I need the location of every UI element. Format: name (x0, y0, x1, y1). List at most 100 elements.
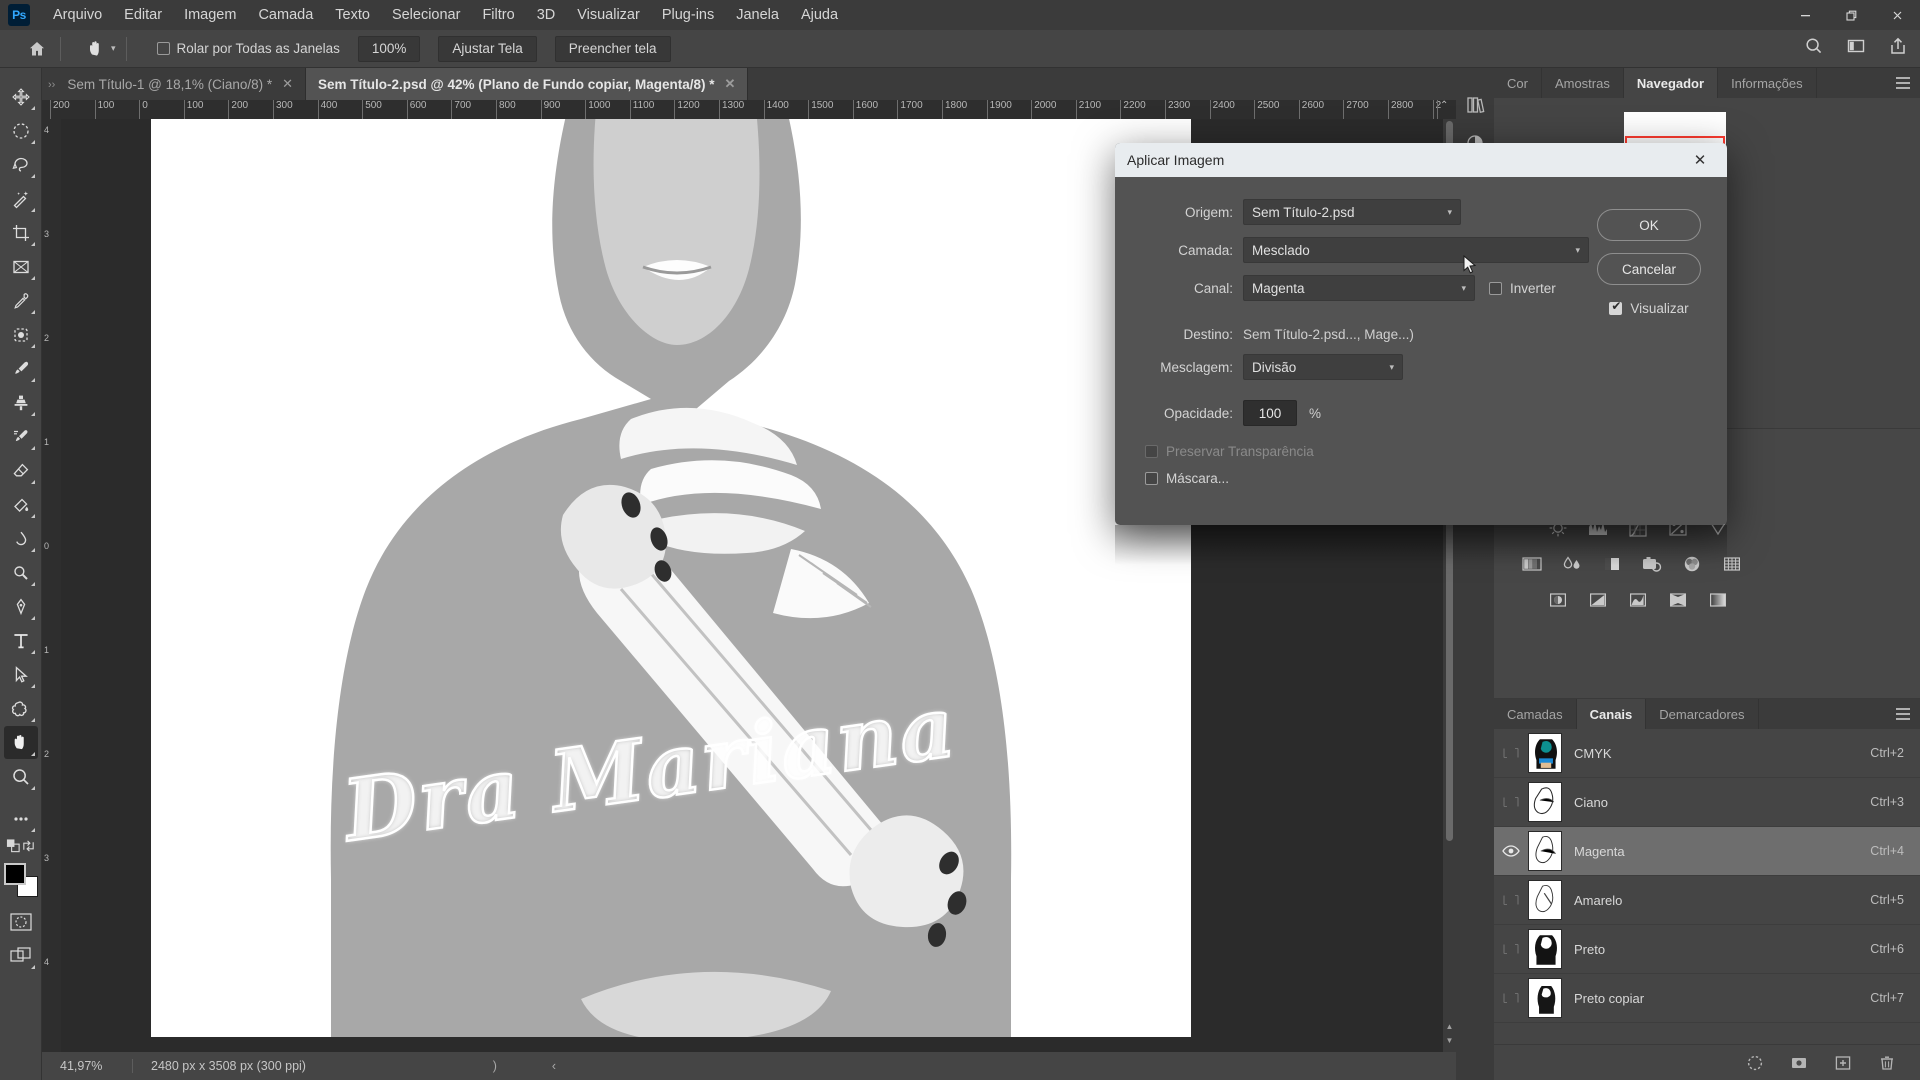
menu-item-imagem[interactable]: Imagem (173, 0, 247, 30)
home-icon[interactable] (20, 34, 54, 64)
ruler-collapse-icon[interactable]: ⌃ (1437, 100, 1448, 119)
channel-row[interactable]: Magenta Ctrl+4 (1494, 827, 1920, 876)
channel-row[interactable]: Preto Ctrl+6 (1494, 925, 1920, 974)
close-icon[interactable]: ✕ (725, 76, 736, 92)
eyedropper-tool[interactable] (4, 284, 38, 317)
panel-menu-icon[interactable] (1896, 708, 1910, 720)
pen-tool[interactable] (4, 590, 38, 623)
mascara-checkbox[interactable]: Máscara... (1145, 471, 1229, 486)
zoom-100-button[interactable]: 100% (357, 35, 421, 62)
channel-row[interactable]: Amarelo Ctrl+5 (1494, 876, 1920, 925)
invert-icon[interactable] (1546, 589, 1570, 611)
share-icon[interactable] (1888, 36, 1908, 61)
magic-wand-tool[interactable] (4, 182, 38, 215)
maximize-restore-button[interactable] (1828, 0, 1874, 30)
spot-healing-brush-tool[interactable] (4, 318, 38, 351)
mesclagem-select[interactable]: Divisão ▾ (1243, 354, 1403, 380)
menu-item-camada[interactable]: Camada (247, 0, 324, 30)
color-swatches[interactable] (3, 863, 38, 897)
dialog-title-bar[interactable]: Aplicar Imagem ✕ (1115, 143, 1727, 177)
channel-row[interactable]: CMYK Ctrl+2 (1494, 729, 1920, 778)
status-nav-arrows[interactable]: ) ‹ (306, 1059, 572, 1073)
path-selection-tool[interactable] (4, 658, 38, 691)
fit-screen-button[interactable]: Ajustar Tela (438, 35, 537, 62)
minimize-button[interactable] (1782, 0, 1828, 30)
workspace-icon[interactable] (1846, 36, 1866, 61)
channels-list[interactable]: CMYK Ctrl+2 Ciano Ctrl+3 Magenta Ctrl+4 Amarel… (1494, 729, 1920, 1044)
active-tool-preset[interactable]: ▾ (81, 36, 120, 62)
delete-channel-icon[interactable] (1876, 1052, 1898, 1074)
quick-mask-mode-button[interactable] (4, 905, 38, 938)
hand-tool[interactable] (3, 726, 38, 759)
screen-mode-button[interactable] (4, 939, 38, 972)
save-selection-icon[interactable] (1788, 1052, 1810, 1074)
panel-tab-amostras[interactable]: Amostras (1542, 68, 1624, 98)
menu-item-plug-ins[interactable]: Plug-ins (651, 0, 725, 30)
eye-icon[interactable] (1494, 746, 1528, 760)
camada-select[interactable]: Mesclado ▾ (1243, 237, 1589, 263)
eye-icon[interactable] (1494, 795, 1528, 809)
channel-row[interactable]: Preto copiar Ctrl+7 (1494, 974, 1920, 1023)
brush-tool[interactable] (4, 352, 38, 385)
panel-tab-navegador[interactable]: Navegador (1623, 68, 1719, 98)
new-channel-icon[interactable] (1832, 1052, 1854, 1074)
tab-overflow-handle[interactable]: ›› (48, 79, 55, 100)
channels-tab-demarcadores[interactable]: Demarcadores (1646, 699, 1759, 729)
elliptical-marquee-tool[interactable] (4, 114, 38, 147)
visualizar-checkbox[interactable]: Visualizar (1609, 300, 1689, 316)
menu-item-texto[interactable]: Texto (324, 0, 381, 30)
clone-stamp-tool[interactable] (4, 386, 38, 419)
selective-color-icon[interactable] (1706, 589, 1730, 611)
scroll-all-windows-checkbox[interactable]: Rolar por Todas as Janelas (156, 41, 340, 56)
foreground-color-swatch[interactable] (3, 863, 26, 885)
channel-row[interactable]: Ciano Ctrl+3 (1494, 778, 1920, 827)
eye-icon[interactable] (1494, 942, 1528, 956)
dodge-tool[interactable] (4, 556, 38, 589)
canal-select[interactable]: Magenta ▾ (1243, 275, 1475, 301)
apply-image-dialog[interactable]: Aplicar Imagem ✕ Origem: Sem Título-2.ps… (1115, 143, 1727, 525)
menu-item-filtro[interactable]: Filtro (471, 0, 525, 30)
menu-item-selecionar[interactable]: Selecionar (381, 0, 472, 30)
scroll-up-arrow-icon[interactable]: ▲ (1443, 1022, 1456, 1036)
eraser-tool[interactable] (4, 454, 38, 487)
close-window-button[interactable] (1874, 0, 1920, 30)
threshold-icon[interactable] (1626, 589, 1650, 611)
inverter-checkbox[interactable]: Inverter (1489, 281, 1556, 296)
fill-screen-button[interactable]: Preencher tela (554, 35, 671, 62)
artboard[interactable]: Dra Mariana (151, 119, 1191, 1037)
origem-select[interactable]: Sem Título-2.psd ▾ (1243, 199, 1461, 225)
menu-item-arquivo[interactable]: Arquivo (42, 0, 113, 30)
close-icon[interactable]: ✕ (282, 76, 293, 92)
move-tool[interactable] (4, 80, 38, 113)
close-icon[interactable]: ✕ (1685, 143, 1715, 177)
panel-tab-informa-es[interactable]: Informações (1718, 68, 1817, 98)
menu-item-3d[interactable]: 3D (526, 0, 567, 30)
zoom-tool[interactable] (4, 760, 38, 793)
type-tool[interactable] (4, 624, 38, 657)
eye-icon[interactable] (1494, 893, 1528, 907)
history-brush-tool[interactable] (4, 420, 38, 453)
ok-button[interactable]: OK (1597, 209, 1701, 241)
panel-menu-icon[interactable] (1896, 77, 1910, 89)
search-icon[interactable] (1804, 36, 1824, 61)
document-tab-2[interactable]: Sem Título-2.psd @ 42% (Plano de Fundo c… (306, 68, 749, 100)
menu-item-visualizar[interactable]: Visualizar (566, 0, 651, 30)
zoom-level[interactable]: 41,97% (42, 1059, 132, 1073)
cancel-button[interactable]: Cancelar (1597, 253, 1701, 285)
crop-tool[interactable] (4, 216, 38, 249)
libraries-icon[interactable] (1460, 90, 1490, 120)
opacidade-input[interactable]: 100 (1243, 400, 1297, 426)
menu-item-ajuda[interactable]: Ajuda (790, 0, 849, 30)
gradient-tool[interactable] (4, 488, 38, 521)
eye-icon[interactable] (1494, 991, 1528, 1005)
channels-tab-camadas[interactable]: Camadas (1494, 699, 1577, 729)
posterize-icon[interactable] (1586, 589, 1610, 611)
load-selection-icon[interactable] (1744, 1052, 1766, 1074)
gradient-map-icon[interactable] (1666, 589, 1690, 611)
document-tab-1[interactable]: Sem Título-1 @ 18,1% (Ciano/8) * ✕ (55, 68, 307, 100)
lasso-tool[interactable] (4, 148, 38, 181)
scroll-down-arrow-icon[interactable]: ▼ (1443, 1036, 1456, 1050)
menu-item-editar[interactable]: Editar (113, 0, 173, 30)
edit-toolbar-tool[interactable] (4, 802, 38, 835)
shape-tool[interactable] (4, 692, 38, 725)
